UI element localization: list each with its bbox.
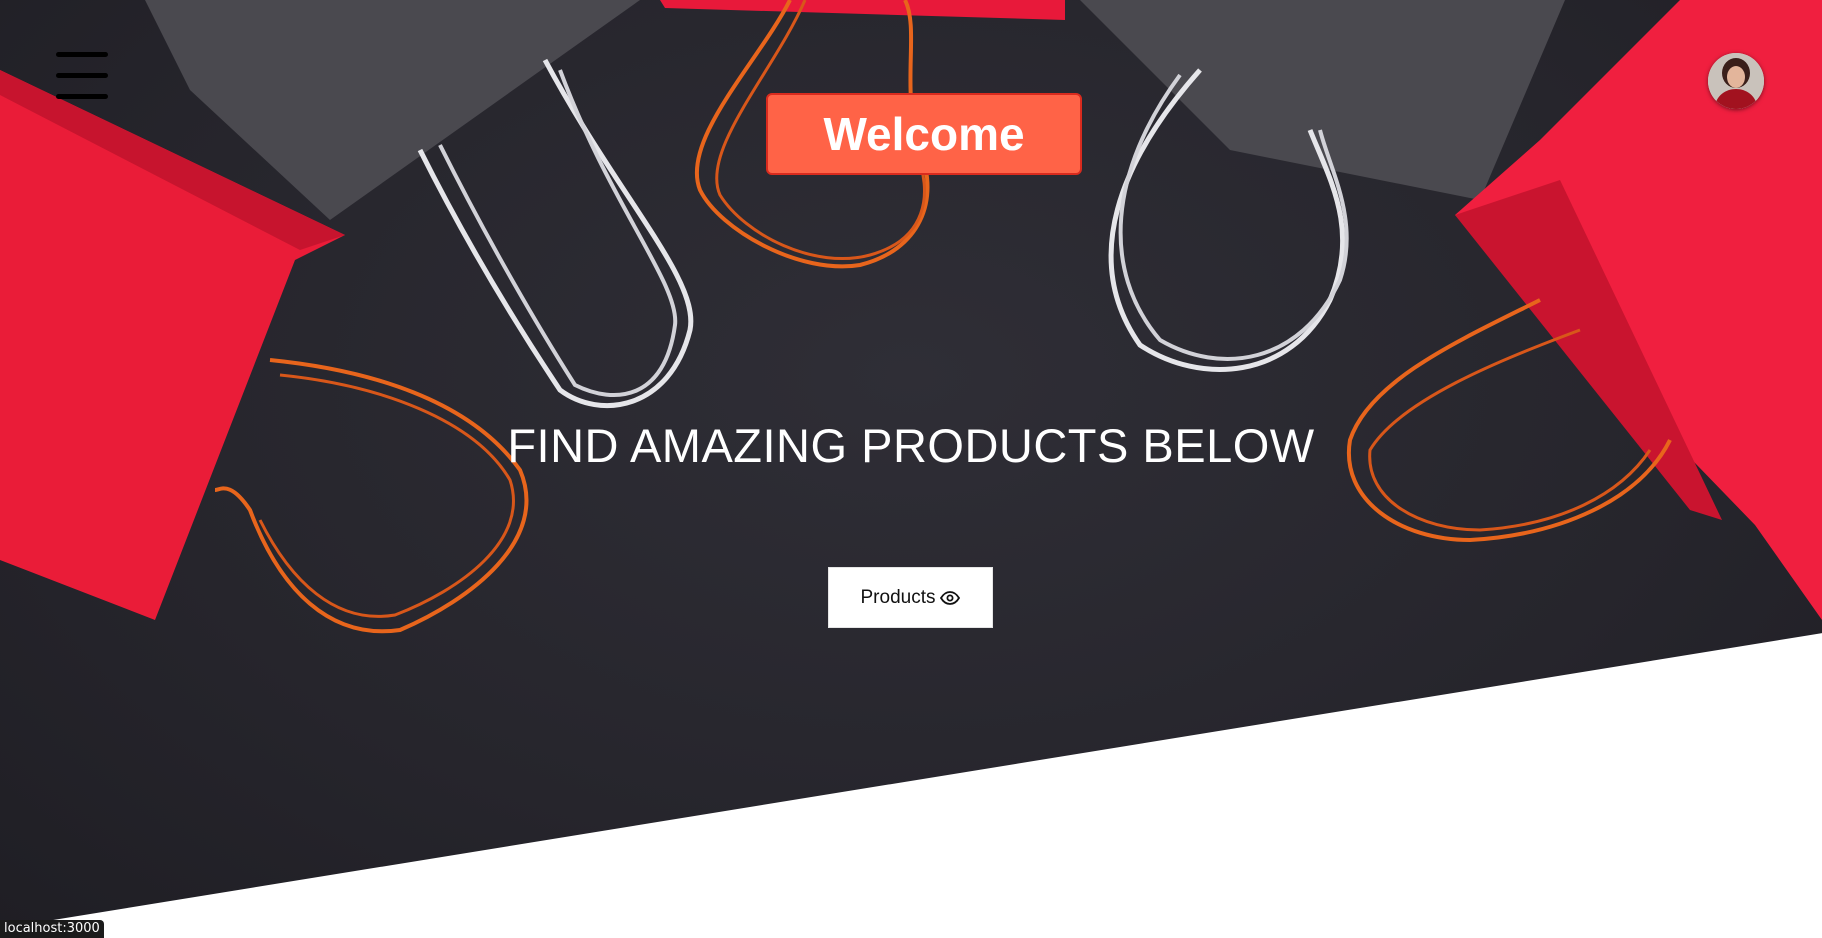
gray-bag-right bbox=[1080, 0, 1565, 200]
landing-page: Welcome FIND AMAZING PRODUCTS BELOW Prod… bbox=[0, 0, 1822, 938]
user-avatar[interactable] bbox=[1708, 53, 1764, 109]
hamburger-menu-icon[interactable] bbox=[56, 52, 108, 100]
red-bag-top bbox=[660, 0, 1065, 20]
status-bar-url: localhost:3000 bbox=[0, 920, 104, 938]
menu-bar bbox=[56, 73, 108, 78]
menu-bar bbox=[56, 52, 108, 57]
products-button[interactable]: Products bbox=[828, 567, 993, 628]
eye-icon bbox=[940, 589, 961, 605]
welcome-badge: Welcome bbox=[766, 93, 1082, 175]
avatar-portrait-icon bbox=[1708, 53, 1764, 109]
products-button-label: Products bbox=[860, 586, 936, 608]
menu-bar bbox=[56, 94, 108, 99]
hero-tagline: FIND AMAZING PRODUCTS BELOW bbox=[507, 419, 1315, 472]
